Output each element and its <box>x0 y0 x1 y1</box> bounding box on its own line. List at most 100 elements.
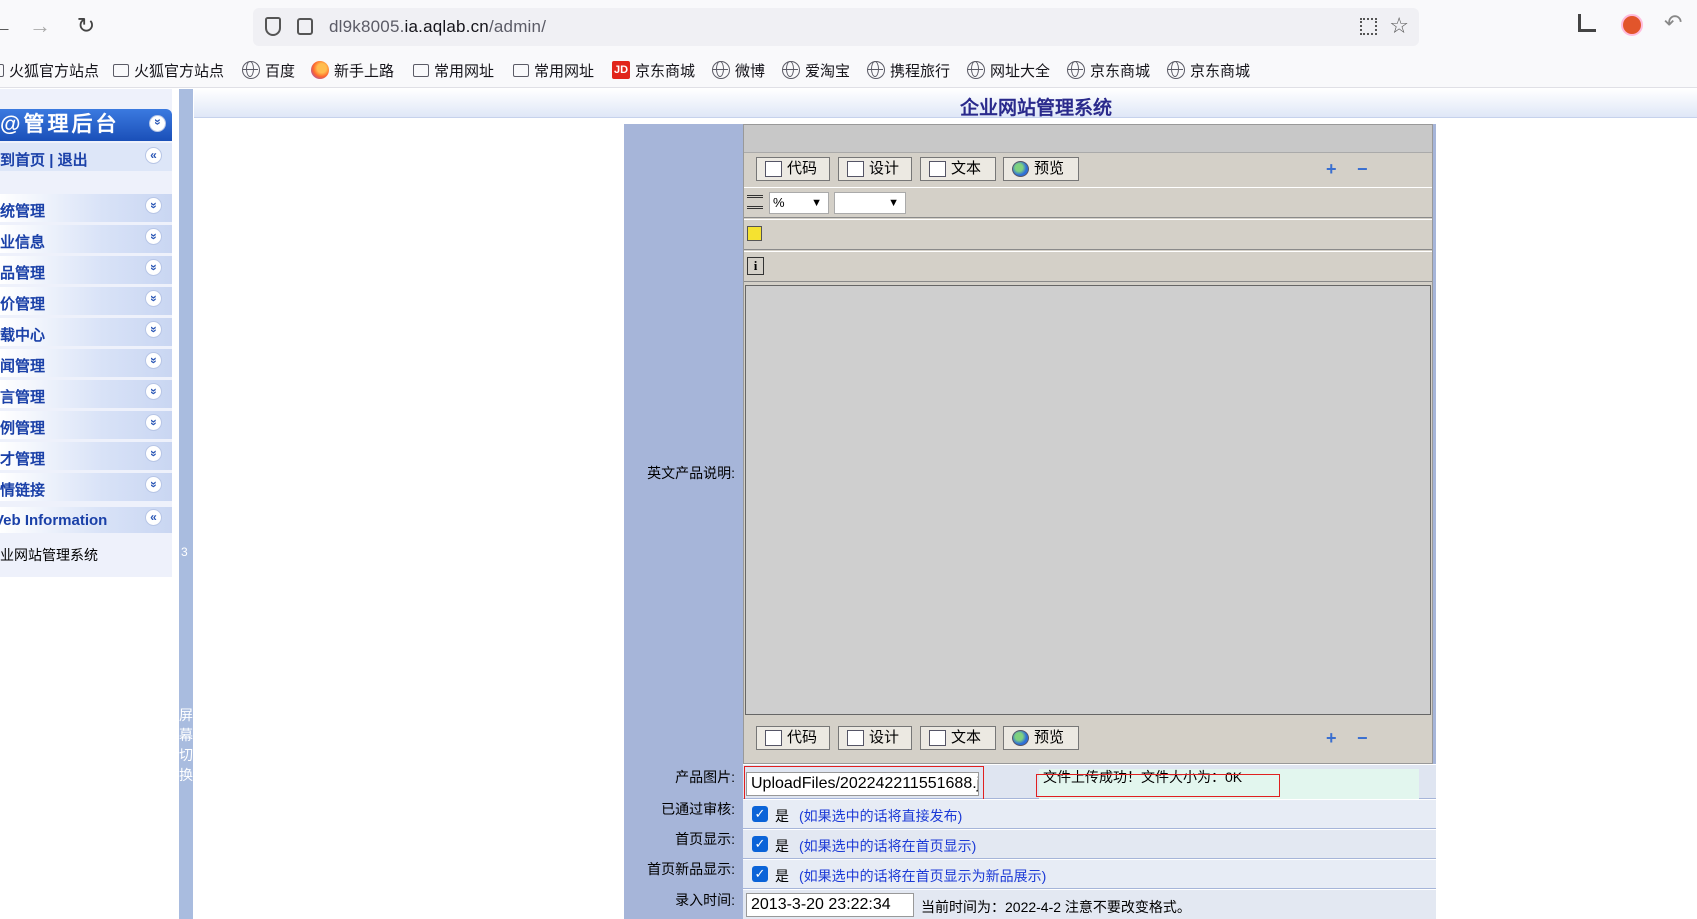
entry-time-input[interactable]: 2013-3-20 23:22:34 <box>746 893 914 917</box>
current-time-note: 当前时间为：2022-4-2 注意不要改变格式。 <box>921 899 1191 915</box>
qr-code-icon[interactable] <box>1360 18 1377 35</box>
bookmark-item[interactable]: 常用网址 <box>513 60 594 80</box>
chevron-down-icon[interactable]: » <box>145 476 162 493</box>
bookmark-item[interactable]: 百度 <box>242 60 295 80</box>
sidebar-item[interactable]: 统管理» <box>0 194 172 222</box>
admin-page: @管理后台 » 到首页 | 退出 « 统管理» 业信息» 品管理» 价管理» 载… <box>0 89 1697 919</box>
bookmark-item[interactable]: 火狐官方站点 <box>0 60 99 80</box>
bookmark-item[interactable]: 网址大全 <box>967 60 1050 80</box>
sidebar-item[interactable]: 例管理» <box>0 411 172 439</box>
bookmark-item[interactable]: JD 京东商城 <box>612 60 695 80</box>
chevron-down-icon[interactable]: » <box>145 197 162 214</box>
home-new-hint: (如果选中的话将在首页显示为新品展示) <box>799 868 1047 884</box>
forward-icon[interactable]: → <box>26 12 54 40</box>
lock-insecure-icon[interactable] <box>297 18 313 35</box>
chevron-down-icon[interactable]: » <box>145 414 162 431</box>
design-tab[interactable]: 设计 <box>838 726 912 750</box>
text-icon <box>929 730 946 746</box>
folder-icon <box>113 63 129 77</box>
editor-format-row: % ▼ ▼ <box>744 187 1432 218</box>
editor-content-area[interactable] <box>745 285 1431 715</box>
highlight-icon[interactable] <box>747 226 762 241</box>
sidebar-item[interactable]: 闻管理» <box>0 349 172 377</box>
chevron-down-icon[interactable]: » <box>149 115 166 132</box>
chevron-up-icon[interactable]: « <box>145 509 162 526</box>
sidebar: @管理后台 » 到首页 | 退出 « 统管理» 业信息» 品管理» 价管理» 载… <box>0 89 172 577</box>
home-new-checkbox[interactable]: ✓ <box>752 866 768 882</box>
enlarge-editor-button[interactable]: + <box>1326 160 1337 178</box>
chevron-up-icon[interactable]: « <box>145 147 162 164</box>
crop-icon[interactable] <box>1578 14 1596 32</box>
bookmark-item[interactable]: 携程旅行 <box>867 60 950 80</box>
editor-mode-tabs-bottom: 代码 设计 文本 预览 + − <box>744 722 1432 754</box>
chevron-down-icon[interactable]: » <box>145 259 162 276</box>
info-icon[interactable]: i <box>747 257 764 275</box>
shrink-editor-button[interactable]: − <box>1357 160 1368 178</box>
sidebar-header: @管理后台 » <box>0 109 172 141</box>
bookmark-item[interactable]: 微博 <box>712 60 765 80</box>
bookmark-item[interactable]: 常用网址 <box>413 60 494 80</box>
address-bar[interactable]: dl9k8005.ia.aqlab.cn/admin/ ☆ <box>253 8 1419 46</box>
sidebar-item[interactable]: 情链接» <box>0 473 172 501</box>
preview-tab[interactable]: 预览 <box>1003 157 1079 181</box>
editor-mode-tabs: 代码 设计 文本 预览 + − <box>744 153 1432 185</box>
globe-icon <box>1067 61 1085 79</box>
text-tab[interactable]: 文本 <box>920 726 996 750</box>
page-title: 企业网站管理系统 <box>960 98 1113 119</box>
home-link[interactable]: 到首页 <box>0 152 45 169</box>
bookmark-item[interactable]: 新手上路 <box>311 60 394 80</box>
chevron-down-icon[interactable]: » <box>145 445 162 462</box>
reload-icon[interactable]: ↻ <box>72 12 100 40</box>
link-separator: | <box>49 152 54 169</box>
approved-row: ✓ 是 (如果选中的话将直接发布) <box>743 799 1436 828</box>
chevron-down-icon: ▼ <box>811 197 822 209</box>
chevron-down-icon[interactable]: » <box>145 321 162 338</box>
bookmark-star-icon[interactable]: ☆ <box>1389 14 1409 38</box>
design-tab[interactable]: 设计 <box>838 157 912 181</box>
code-tab[interactable]: 代码 <box>756 726 830 750</box>
home-show-hint: (如果选中的话将在首页显示) <box>799 838 977 854</box>
size-select[interactable]: ▼ <box>834 192 906 214</box>
design-icon <box>847 161 864 177</box>
web-information-header[interactable]: Veb Information « <box>0 507 172 533</box>
sidebar-item[interactable]: 业信息» <box>0 225 172 253</box>
approved-yes-label: 是 <box>775 808 789 824</box>
approved-checkbox[interactable]: ✓ <box>752 806 768 822</box>
list-icon[interactable] <box>747 195 763 209</box>
logout-link[interactable]: 退出 <box>58 152 88 169</box>
code-tab[interactable]: 代码 <box>756 157 830 181</box>
sidebar-item[interactable]: 载中心» <box>0 318 172 346</box>
preview-tab[interactable]: 预览 <box>1003 726 1079 750</box>
bookmark-item[interactable]: 京东商城 <box>1067 60 1150 80</box>
screen-toggle-label[interactable]: 屏幕切换 <box>179 705 193 785</box>
back-icon[interactable]: ← <box>0 12 16 40</box>
bookmark-item[interactable]: 京东商城 <box>1167 60 1250 80</box>
home-show-checkbox[interactable]: ✓ <box>752 836 768 852</box>
home-new-label: 首页新品显示: <box>647 861 735 877</box>
chevron-down-icon[interactable]: » <box>145 228 162 245</box>
shield-icon[interactable] <box>265 17 281 36</box>
url-text[interactable]: dl9k8005.ia.aqlab.cn/admin/ <box>329 17 546 37</box>
bookmark-item[interactable]: 火狐官方站点 <box>113 60 224 80</box>
enlarge-editor-button[interactable]: + <box>1326 729 1337 747</box>
sidebar-item[interactable]: 品管理» <box>0 256 172 284</box>
chevron-down-icon[interactable]: » <box>145 352 162 369</box>
chevron-down-icon[interactable]: » <box>145 290 162 307</box>
sidebar-item[interactable]: 言管理» <box>0 380 172 408</box>
screen-toggle-bar[interactable]: 3 屏幕切换 <box>179 89 193 919</box>
upload-status-highlight <box>1036 774 1280 797</box>
approved-label: 已通过审核: <box>661 801 735 817</box>
globe-icon <box>867 61 885 79</box>
unit-select[interactable]: % ▼ <box>769 192 829 214</box>
sidebar-item[interactable]: 才管理» <box>0 442 172 470</box>
english-desc-label: 英文产品说明: <box>647 465 735 481</box>
text-tab[interactable]: 文本 <box>920 157 996 181</box>
chevron-down-icon[interactable]: » <box>145 383 162 400</box>
bookmark-item[interactable]: 爱淘宝 <box>782 60 850 80</box>
editor-tools-row <box>744 219 1432 250</box>
undo-icon[interactable]: ↶ <box>1664 10 1682 36</box>
sidebar-item[interactable]: 价管理» <box>0 287 172 315</box>
shrink-editor-button[interactable]: − <box>1357 729 1368 747</box>
folder-icon <box>513 63 529 77</box>
extension-icon[interactable] <box>1621 14 1643 36</box>
